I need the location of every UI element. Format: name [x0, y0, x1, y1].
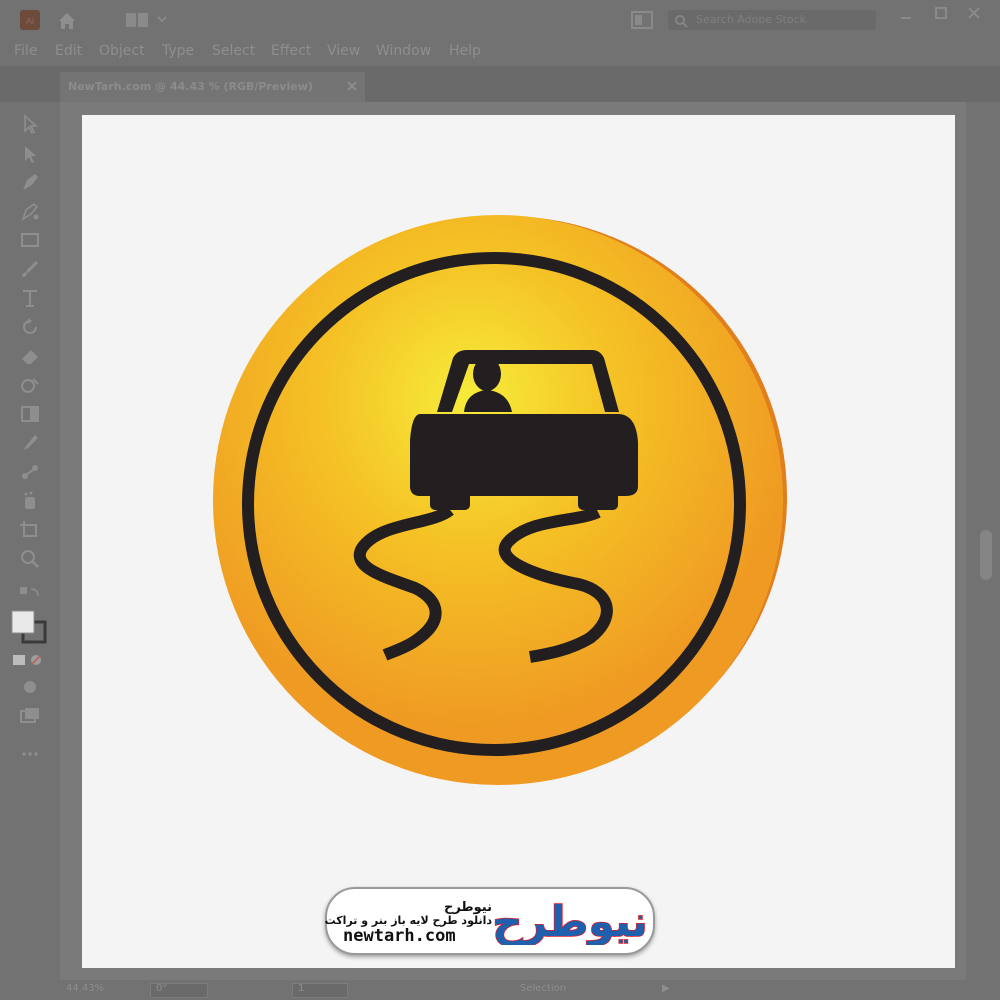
svg-text:نیوطرح: نیوطرح: [493, 897, 647, 945]
slippery-road-sign: [213, 215, 787, 785]
zoom-level[interactable]: 44.43%: [66, 983, 104, 994]
status-mode[interactable]: Selection: [520, 983, 566, 994]
play-icon[interactable]: ▶: [662, 983, 670, 994]
newtarh-logo: نیوطرح: [493, 896, 647, 945]
artboard-number: 1: [298, 983, 305, 994]
watermark-brand-name: نیوطرح: [443, 900, 492, 915]
rotation-value: 0°: [156, 983, 168, 994]
status-bar: 44.43% 0° 1 Selection ▶: [0, 980, 1000, 1000]
watermark-url: newtarh.com: [343, 926, 456, 946]
